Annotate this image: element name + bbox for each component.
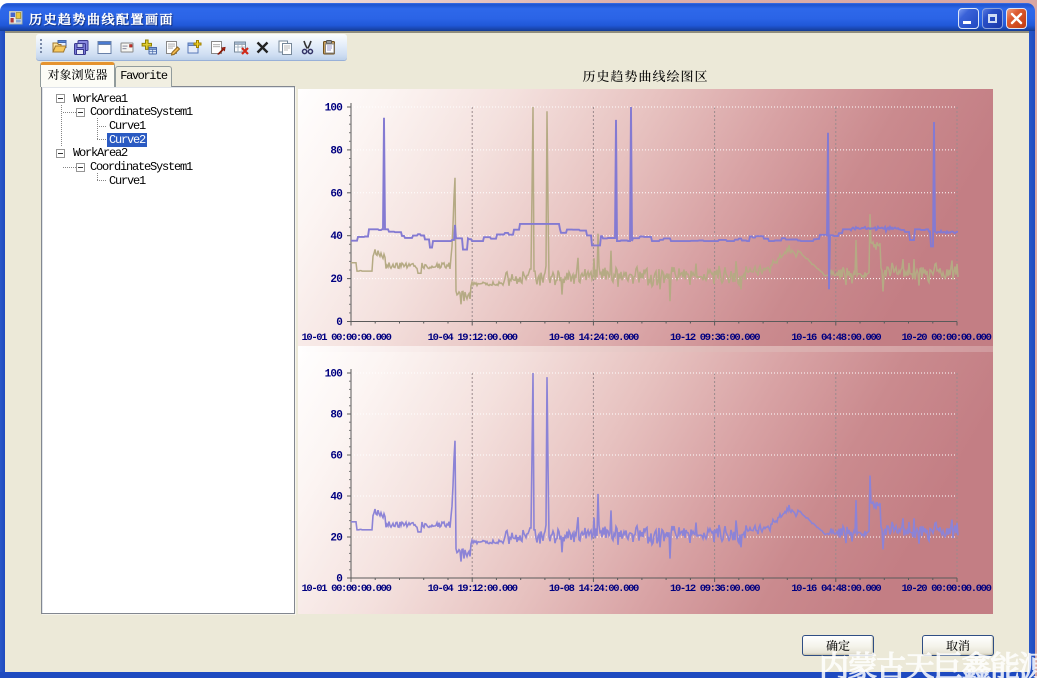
svg-text:20: 20	[330, 533, 342, 545]
svg-text:10-20 00:00:00.000: 10-20 00:00:00.000	[901, 583, 991, 595]
svg-text:10-12 09:36:00.000: 10-12 09:36:00.000	[670, 332, 760, 344]
svg-text:40: 40	[330, 492, 342, 504]
svg-text:10-01 00:00:00.000: 10-01 00:00:00.000	[301, 332, 391, 344]
svg-text:60: 60	[330, 451, 342, 463]
svg-text:100: 100	[325, 369, 343, 381]
svg-text:20: 20	[330, 274, 342, 286]
svg-text:10-16 04:48:00.000: 10-16 04:48:00.000	[791, 332, 881, 344]
svg-text:10-12 09:36:00.000: 10-12 09:36:00.000	[670, 583, 760, 595]
svg-text:100: 100	[325, 103, 343, 115]
svg-text:0: 0	[336, 317, 342, 329]
svg-text:10-01 00:00:00.000: 10-01 00:00:00.000	[301, 583, 391, 595]
svg-text:10-16 04:48:00.000: 10-16 04:48:00.000	[791, 583, 881, 595]
svg-text:10-04 19:12:00.000: 10-04 19:12:00.000	[428, 332, 518, 344]
svg-text:80: 80	[330, 145, 342, 157]
svg-text:60: 60	[330, 188, 342, 200]
svg-text:80: 80	[330, 410, 342, 422]
svg-text:10-08 14:24:00.000: 10-08 14:24:00.000	[549, 332, 639, 344]
svg-text:10-04 19:12:00.000: 10-04 19:12:00.000	[428, 583, 518, 595]
svg-text:10-20 00:00:00.000: 10-20 00:00:00.000	[901, 332, 991, 344]
svg-text:40: 40	[330, 231, 342, 243]
svg-text:10-08 14:24:00.000: 10-08 14:24:00.000	[549, 583, 639, 595]
